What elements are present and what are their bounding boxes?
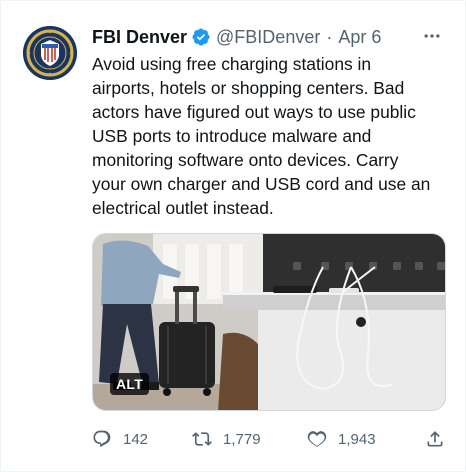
- more-horizontal-icon: [424, 34, 440, 38]
- share-button[interactable]: [425, 427, 445, 451]
- like-button[interactable]: 1,943: [307, 427, 376, 451]
- tweet-text-line: your own charger and USB cord and use an: [92, 174, 431, 194]
- avatar[interactable]: [23, 26, 77, 80]
- fbi-seal-icon: [23, 26, 77, 80]
- tweet-text-line: electrical outlet instead.: [92, 198, 274, 218]
- retweet-icon: [192, 432, 212, 446]
- retweet-button[interactable]: 1,779: [192, 427, 261, 451]
- tweet-media-image[interactable]: ALT: [92, 233, 446, 411]
- verified-badge-icon: [191, 27, 211, 47]
- author-name[interactable]: FBI Denver: [92, 27, 187, 48]
- tweet-actions: 142 1,779 1,943: [92, 427, 448, 451]
- tweet-text: Avoid using free charging stations in ai…: [92, 52, 452, 220]
- retweet-count: 1,779: [223, 430, 261, 448]
- author-handle[interactable]: @FBIDenver: [216, 27, 320, 48]
- tweet-text-line: Avoid using free charging stations in: [92, 54, 372, 74]
- share-icon: [427, 431, 443, 447]
- tweet-header: FBI Denver @FBIDenver · Apr 6: [92, 25, 445, 49]
- tweet-text-line: airports, hotels or shopping centers. Ba…: [92, 78, 405, 98]
- more-options-button[interactable]: [419, 23, 445, 49]
- tweet-card[interactable]: FBI Denver @FBIDenver · Apr 6 Avoid usin…: [0, 0, 466, 472]
- header-separator: ·: [326, 26, 333, 47]
- tweet-text-line: monitoring software onto devices. Carry: [92, 150, 399, 170]
- alt-text-badge[interactable]: ALT: [110, 373, 150, 395]
- tweet-date[interactable]: Apr 6: [338, 27, 381, 48]
- reply-button[interactable]: 142: [92, 427, 148, 451]
- tweet-text-line: actors have figured out ways to use publ…: [92, 102, 416, 122]
- heart-icon: [307, 431, 327, 447]
- reply-icon: [93, 430, 111, 448]
- tweet-text-line: USB ports to introduce malware and: [92, 126, 372, 146]
- like-count: 1,943: [338, 430, 376, 448]
- reply-count: 142: [123, 430, 149, 448]
